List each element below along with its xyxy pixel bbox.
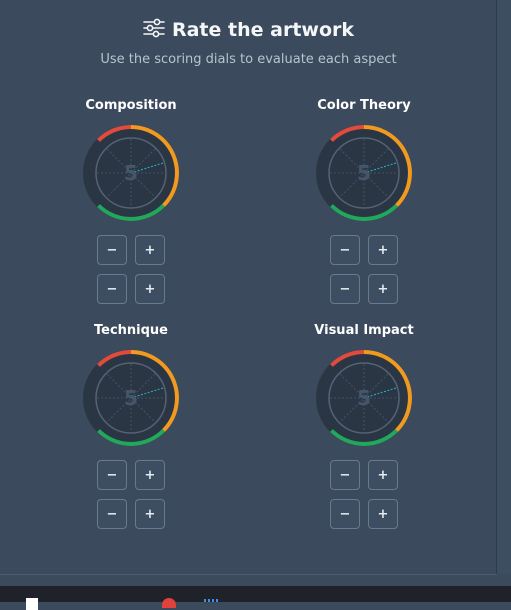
score-dial[interactable]: 5	[314, 123, 414, 223]
increase-button[interactable]: +	[368, 460, 398, 490]
rating-header: Rate the artwork Use the scoring dials t…	[0, 15, 497, 67]
dial-label: Composition	[85, 98, 177, 113]
dial-value: 5	[124, 161, 138, 185]
dial-color-theory: Color Theory 5 − + − +	[284, 97, 444, 304]
dial-value: 5	[357, 386, 371, 410]
divider	[0, 574, 497, 575]
dial-composition: Composition 5 − + − +	[51, 97, 211, 304]
increase-button[interactable]: +	[368, 235, 398, 265]
decrease-button[interactable]: −	[97, 499, 127, 529]
dial-value: 5	[357, 161, 371, 185]
browser-icon[interactable]	[162, 598, 176, 608]
sliders-icon	[143, 18, 165, 42]
decrease-button[interactable]: −	[330, 499, 360, 529]
decrease-button[interactable]: −	[330, 460, 360, 490]
increase-button[interactable]: +	[368, 274, 398, 304]
increase-button[interactable]: +	[135, 274, 165, 304]
decrease-button[interactable]: −	[97, 460, 127, 490]
increase-button[interactable]: +	[135, 460, 165, 490]
taskbar	[0, 586, 511, 610]
decrease-button[interactable]: −	[330, 274, 360, 304]
dial-technique: Technique 5 − + − +	[51, 322, 211, 529]
dial-label: Visual Impact	[314, 323, 414, 338]
dial-visual-impact: Visual Impact 5 − + − +	[284, 322, 444, 529]
score-dial[interactable]: 5	[314, 348, 414, 448]
page-subtitle: Use the scoring dials to evaluate each a…	[100, 52, 397, 67]
dial-label: Color Theory	[317, 98, 411, 113]
increase-button[interactable]: +	[135, 235, 165, 265]
dial-value: 5	[124, 386, 138, 410]
increase-button[interactable]: +	[135, 499, 165, 529]
score-dial[interactable]: 5	[81, 348, 181, 448]
app-icon[interactable]	[26, 598, 38, 610]
decrease-button[interactable]: −	[97, 274, 127, 304]
dial-label: Technique	[93, 323, 168, 338]
score-dial[interactable]: 5	[81, 123, 181, 223]
decrease-button[interactable]: −	[97, 235, 127, 265]
increase-button[interactable]: +	[368, 499, 398, 529]
decrease-button[interactable]: −	[330, 235, 360, 265]
scrollbar-track[interactable]	[496, 0, 511, 574]
page-title: Rate the artwork	[171, 19, 355, 41]
